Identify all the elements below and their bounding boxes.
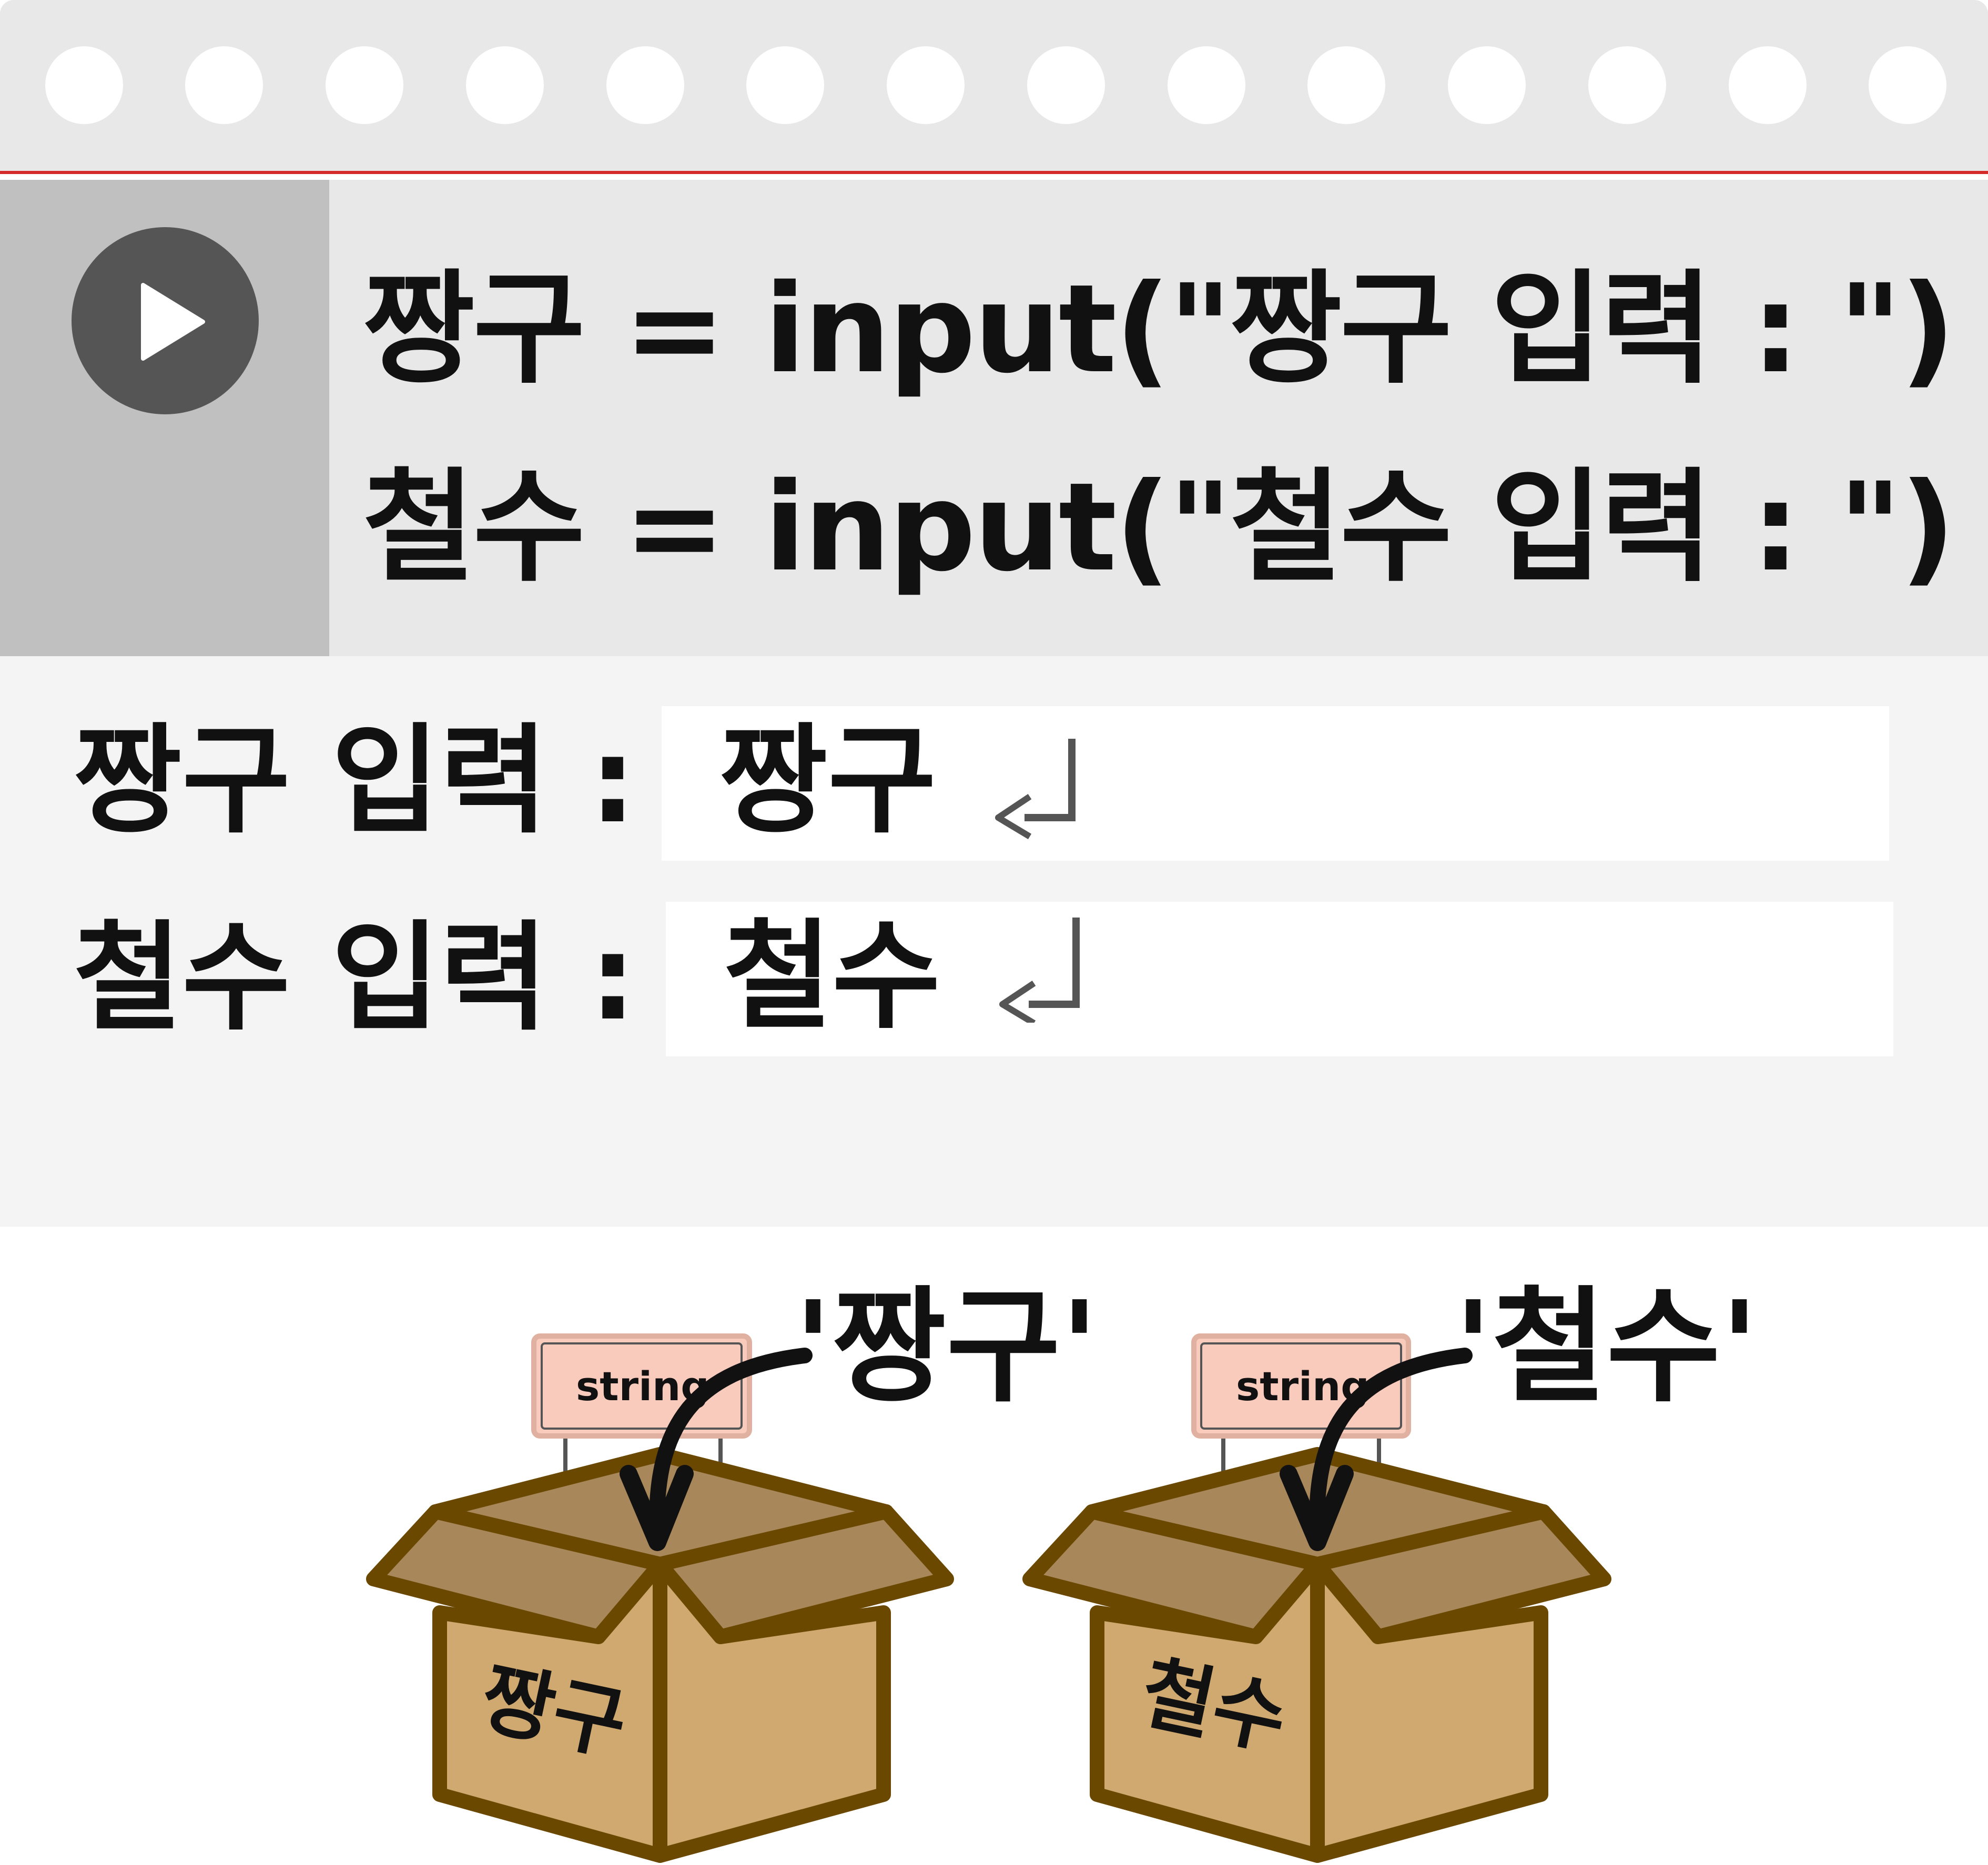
- assigned-value: '철수': [1454, 1275, 1759, 1419]
- binder-hole: [1168, 46, 1245, 124]
- input-value: 짱구: [719, 712, 937, 849]
- run-button[interactable]: [72, 227, 259, 414]
- variable-box-2: string 철수 '철수': [1022, 1275, 1759, 1863]
- notebook-header: [0, 0, 1988, 174]
- binder-hole: [887, 46, 965, 124]
- binder-hole: [606, 46, 684, 124]
- assigned-value: '짱구': [794, 1275, 1099, 1419]
- binder-hole: [1729, 46, 1807, 124]
- play-icon: [141, 283, 205, 361]
- binder-hole: [1869, 46, 1946, 124]
- binder-hole: [1307, 46, 1385, 124]
- input-field-1[interactable]: 짱구: [662, 706, 1889, 861]
- binder-hole: [746, 46, 824, 124]
- binder-hole: [1027, 46, 1105, 124]
- boxes-illustration: string 짱구 '짱구' string 철수 '철수': [366, 1275, 1759, 1863]
- cell-gutter: [0, 180, 329, 656]
- variable-box-1: string 짱구 '짱구': [366, 1275, 1099, 1863]
- enter-return-icon: [995, 739, 1076, 840]
- output-area: 짱구 입력 : 짱구 철수 입력 : 철수: [0, 656, 1988, 1227]
- output-prompt-label: 철수 입력 :: [74, 909, 636, 1046]
- binder-hole: [1448, 46, 1526, 124]
- input-value: 철수: [724, 908, 941, 1045]
- output-prompt-label: 짱구 입력 :: [74, 712, 636, 849]
- binder-hole: [185, 46, 263, 124]
- binder-hole: [45, 46, 123, 124]
- input-field-2[interactable]: 철수: [666, 902, 1893, 1056]
- code-line-2: 철수 = input("철수 입력 : "): [363, 456, 1955, 598]
- enter-return-icon: [999, 918, 1080, 1023]
- margin-line: [0, 171, 1988, 174]
- code-line-1: 짱구 = input("짱구 입력 : "): [363, 258, 1955, 400]
- code-cell: 짱구 = input("짱구 입력 : ") 철수 = input("철수 입력…: [0, 180, 1988, 656]
- binder-hole: [1588, 46, 1666, 124]
- variable-box-diagram: string 짱구 '짱구' string 철수 '철수': [0, 1227, 1988, 1865]
- binder-hole: [326, 46, 403, 124]
- binder-hole: [466, 46, 544, 124]
